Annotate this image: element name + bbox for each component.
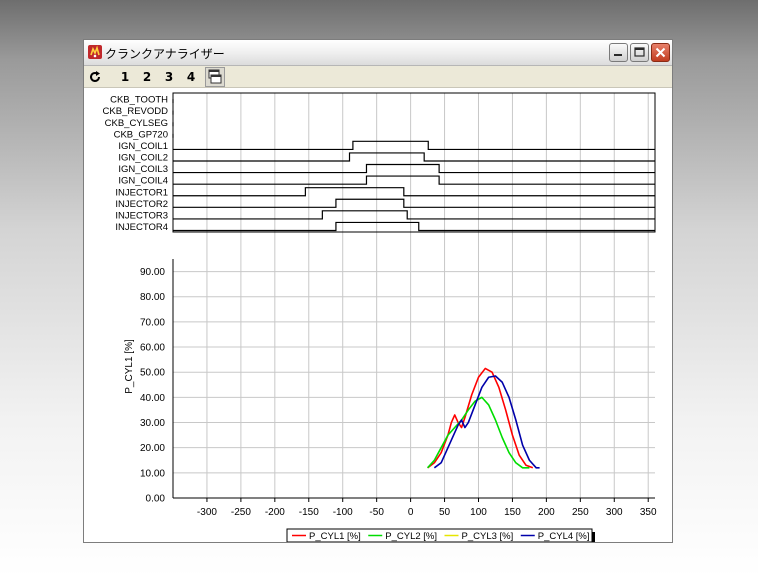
legend-entry: P_CYL4 [%] <box>538 531 590 542</box>
timing-signal-trace <box>173 152 655 162</box>
timing-panel-border <box>172 92 656 233</box>
y-tick-label: 40.00 <box>140 393 165 404</box>
chart-area: CKB_TOOTH CKB_REVODD CKB_CYLSEG CKB_GP720 IG… <box>84 88 672 545</box>
y-tick-label: 30.00 <box>140 418 165 429</box>
tab-3[interactable]: 3 <box>163 69 175 85</box>
y-axis-label: P_CYL1 [%] <box>124 339 135 394</box>
window-title: クランクアナライザー <box>105 47 225 61</box>
timing-signal-trace <box>173 163 655 174</box>
timing-channel-label: INJECTOR4 <box>115 222 168 233</box>
x-tick-label: -250 <box>231 507 251 518</box>
tab-4[interactable]: 4 <box>185 69 197 85</box>
y-tick-label: 70.00 <box>140 317 165 328</box>
x-tick-label: -100 <box>333 507 353 518</box>
x-tick-label: 250 <box>572 507 589 518</box>
maximize-icon <box>634 47 645 57</box>
timing-channel-label: IGN_COIL1 <box>118 141 168 152</box>
crank-analyzer-window: クランクアナライザー 1 2 3 4 CKB_TOOTH CKB_REVODD … <box>83 39 673 545</box>
timing-signal-trace <box>173 221 655 232</box>
y-tick-label: 90.00 <box>140 267 165 278</box>
series-line <box>433 375 540 469</box>
timing-channel-label: INJECTOR1 <box>115 187 168 198</box>
timing-signal-trace <box>173 198 655 208</box>
timing-channel-label: CKB_CYLSEG <box>105 118 168 129</box>
legend-entry: P_CYL3 [%] <box>462 531 514 542</box>
x-tick-label: 0 <box>408 507 414 518</box>
minimize-button[interactable] <box>609 43 628 62</box>
series-line <box>427 367 534 469</box>
window-layout-icon <box>208 69 222 84</box>
timing-signal-trace <box>173 140 655 151</box>
y-tick-label: 10.00 <box>140 468 165 479</box>
x-tick-label: 150 <box>504 507 521 518</box>
refresh-button[interactable] <box>88 69 102 85</box>
x-tick-label: -200 <box>265 507 285 518</box>
app-icon <box>88 45 102 59</box>
timing-channel-label: CKB_REVODD <box>103 106 169 117</box>
minimize-icon <box>614 54 622 56</box>
x-tick-label: 200 <box>538 507 555 518</box>
x-tick-label: -150 <box>299 507 319 518</box>
y-tick-label: 50.00 <box>140 368 165 379</box>
x-tick-label: -50 <box>369 507 384 518</box>
toolbar: 1 2 3 4 <box>84 66 672 88</box>
x-tick-label: 50 <box>439 507 451 518</box>
tab-1[interactable]: 1 <box>119 69 131 85</box>
legend-entry: P_CYL2 [%] <box>385 531 437 542</box>
maximize-button[interactable] <box>630 43 649 62</box>
timing-channel-label: INJECTOR2 <box>115 199 168 210</box>
legend-entry: P_CYL1 [%] <box>309 531 361 542</box>
refresh-icon <box>90 71 100 82</box>
x-tick-label: 100 <box>470 507 487 518</box>
crank-chart[interactable]: CKB_TOOTHCKB_REVODDCKB_CYLSEGCKB_GP720IG… <box>84 88 672 545</box>
layout-button[interactable] <box>205 67 225 87</box>
timing-channel-label: IGN_COIL2 <box>118 153 168 164</box>
close-icon <box>655 47 666 58</box>
timing-channel-label: IGN_COIL3 <box>118 164 168 175</box>
y-tick-label: 80.00 <box>140 292 165 303</box>
timing-signal-trace <box>173 210 655 220</box>
x-tick-label: -300 <box>197 507 217 518</box>
timing-channel-label: INJECTOR3 <box>115 210 168 221</box>
timing-signal-trace <box>173 187 655 197</box>
timing-channel-label: CKB_TOOTH <box>110 95 168 106</box>
timing-signal-trace <box>173 175 655 185</box>
close-button[interactable] <box>651 43 670 62</box>
x-tick-label: 350 <box>640 507 657 518</box>
timing-channel-label: CKB_GP720 <box>114 129 168 140</box>
tab-2[interactable]: 2 <box>141 69 153 85</box>
y-tick-label: 0.00 <box>146 494 166 505</box>
y-tick-label: 20.00 <box>140 443 165 454</box>
y-tick-label: 60.00 <box>140 343 165 354</box>
timing-channel-label: IGN_COIL4 <box>118 176 168 187</box>
title-bar[interactable]: クランクアナライザー <box>84 40 672 66</box>
x-tick-label: 300 <box>606 507 623 518</box>
